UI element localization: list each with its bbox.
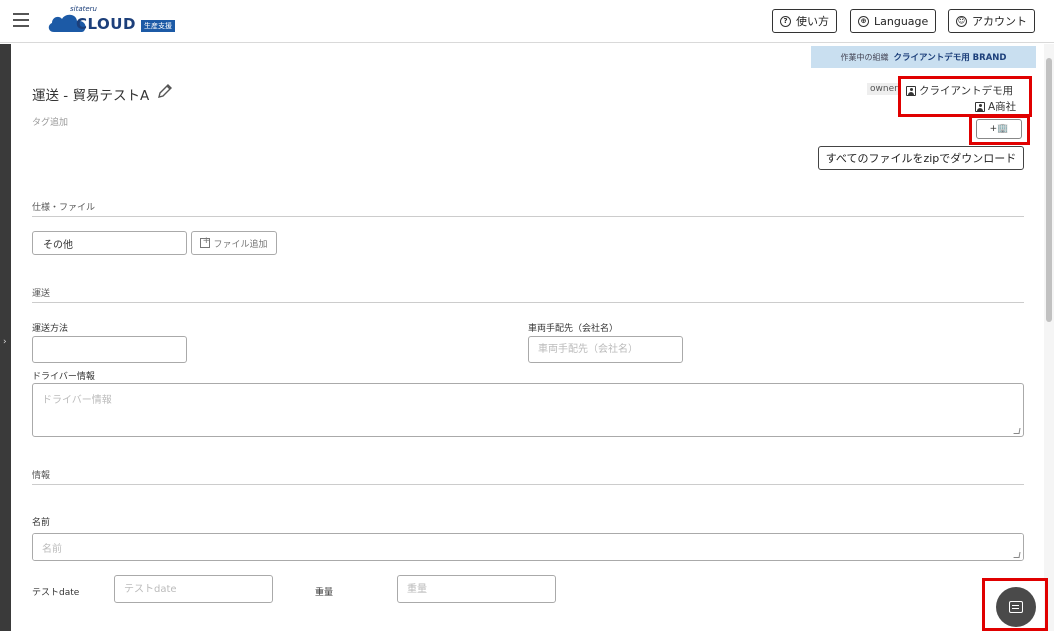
account-icon: ☺: [956, 15, 967, 27]
trading-company-text: A商社: [988, 101, 1017, 113]
current-org-banner: 作業中の組織 クライアントデモ用 BRAND: [811, 46, 1036, 68]
driver-info-label: ドライバー情報: [32, 372, 95, 382]
pencil-icon[interactable]: [157, 83, 173, 99]
weight-input[interactable]: [397, 575, 556, 603]
question-icon: ?: [780, 15, 791, 27]
zip-download-button[interactable]: すべてのファイルをzipでダウンロード: [818, 146, 1024, 170]
chat-icon: [1009, 601, 1023, 613]
scroll-thumb[interactable]: [1046, 58, 1052, 322]
weight-label: 重量: [315, 588, 334, 598]
tag-add-link[interactable]: タグ追加: [32, 115, 68, 128]
page-title: 運送 - 貿易テストA: [32, 88, 150, 104]
resize-handle[interactable]: [1013, 552, 1021, 558]
trading-company[interactable]: A商社: [975, 99, 1016, 114]
test-date-label: テストdate: [32, 588, 80, 598]
shipping-method-input[interactable]: [32, 336, 187, 363]
globe-icon: ⊕: [858, 15, 869, 27]
help-label: 使い方: [796, 15, 829, 28]
category-select[interactable]: その他: [32, 231, 187, 255]
vehicle-company-label: 車両手配先（会社名）: [528, 324, 619, 334]
contact-icon: [906, 85, 916, 96]
client-name-text: クライアントデモ用: [919, 85, 1014, 97]
file-add-icon: [200, 236, 211, 248]
top-header: sitateru CLOUD 生産支援 ? 使い方 ⊕ Language ☺ ア…: [0, 0, 1054, 43]
divider: [32, 302, 1024, 303]
name-textarea[interactable]: [32, 533, 1024, 561]
section-title-info: 情報: [32, 471, 51, 481]
logo-small-text: sitateru: [70, 5, 97, 13]
chat-button[interactable]: [996, 587, 1036, 627]
shipping-method-label: 運送方法: [32, 324, 69, 334]
chevron-right-icon[interactable]: ›: [3, 337, 7, 347]
section-title-spec: 仕様・ファイル: [32, 203, 96, 213]
divider: [32, 216, 1024, 217]
owner-badge: owner: [867, 83, 901, 95]
file-add-button[interactable]: ファイル追加: [191, 231, 277, 255]
test-date-input[interactable]: [114, 575, 273, 603]
side-drawer-handle[interactable]: ›: [0, 44, 11, 631]
section-title-shipping: 運送: [32, 289, 51, 299]
scrollbar[interactable]: [1044, 44, 1054, 631]
org-banner-name: クライアントデモ用 BRAND: [893, 53, 1007, 63]
name-label: 名前: [32, 518, 51, 528]
contact-icon: [975, 101, 985, 112]
file-add-label: ファイル追加: [213, 239, 268, 250]
account-button[interactable]: ☺ アカウント: [948, 9, 1035, 33]
vehicle-company-input[interactable]: [528, 336, 683, 363]
language-label: Language: [874, 14, 929, 28]
driver-info-textarea[interactable]: [32, 383, 1024, 437]
resize-handle[interactable]: [1013, 428, 1021, 434]
divider: [32, 484, 1024, 485]
org-banner-prefix: 作業中の組織: [840, 52, 889, 62]
client-name[interactable]: クライアントデモ用: [906, 83, 1013, 98]
language-button[interactable]: ⊕ Language: [850, 9, 937, 33]
add-company-button[interactable]: +🏢: [976, 119, 1022, 139]
help-button[interactable]: ? 使い方: [772, 9, 837, 33]
logo[interactable]: sitateru CLOUD 生産支援: [46, 5, 186, 35]
logo-badge: 生産支援: [141, 20, 175, 32]
menu-icon[interactable]: [13, 13, 29, 27]
account-label: アカウント: [972, 15, 1027, 28]
logo-main-text: CLOUD: [76, 15, 136, 33]
